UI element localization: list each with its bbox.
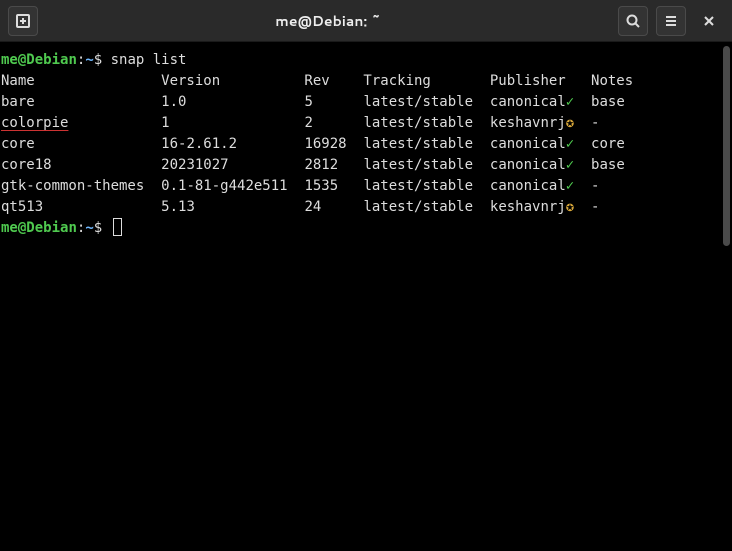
cell-name: bare [1, 94, 161, 110]
prompt-user: me [1, 52, 18, 68]
cell-publisher: canonical [490, 178, 566, 194]
prompt-dollar: $ [94, 52, 111, 68]
cell-publisher: keshavnrj [490, 199, 566, 215]
titlebar: me@Debian: ~ [0, 0, 732, 42]
prompt-path: ~ [85, 52, 93, 68]
prompt-line-2: me@Debian:~$ [1, 218, 731, 239]
star-icon: ✪ [566, 115, 574, 131]
search-button[interactable] [618, 6, 648, 36]
window-title: me@Debian: ~ [40, 11, 616, 31]
plus-box-icon [15, 13, 31, 29]
cell-name: core [1, 136, 161, 152]
table-row: colorpie 1 2 latest/stable keshavnrj✪ - [1, 113, 731, 134]
verified-icon: ✓ [566, 178, 574, 194]
table-row: gtk-common-themes 0.1-81-g442e511 1535 l… [1, 176, 731, 197]
cell-publisher: canonical [490, 157, 566, 173]
table-row: core18 20231027 2812 latest/stable canon… [1, 155, 731, 176]
menu-button[interactable] [656, 6, 686, 36]
table-row: qt513 5.13 24 latest/stable keshavnrj✪ - [1, 197, 731, 218]
verified-icon: ✓ [566, 94, 574, 110]
cell-publisher: canonical [490, 136, 566, 152]
scrollbar-thumb[interactable] [723, 46, 730, 246]
close-icon [701, 13, 717, 29]
verified-icon: ✓ [566, 157, 574, 173]
cell-publisher: canonical [490, 94, 566, 110]
prompt-line-1: me@Debian:~$ snap list [1, 50, 731, 71]
prompt-host: Debian [26, 52, 77, 68]
table-row: bare 1.0 5 latest/stable canonical✓ base [1, 92, 731, 113]
table-header-row: Name Version Rev Tracking Publisher Note… [1, 71, 731, 92]
cell-name: core18 [1, 157, 161, 173]
close-button[interactable] [694, 6, 724, 36]
command-text: snap list [111, 52, 187, 68]
cell-name: qt513 [1, 199, 161, 215]
table-row: core 16-2.61.2 16928 latest/stable canon… [1, 134, 731, 155]
terminal-area[interactable]: me@Debian:~$ snap list Name Version Rev … [0, 42, 732, 551]
hamburger-icon [663, 13, 679, 29]
cell-name: colorpie [1, 115, 161, 131]
search-icon [625, 13, 641, 29]
terminal-content: me@Debian:~$ snap list Name Version Rev … [0, 50, 732, 239]
verified-icon: ✓ [566, 136, 574, 152]
cell-publisher: keshavnrj [490, 115, 566, 131]
table-body: bare 1.0 5 latest/stable canonical✓ base… [1, 92, 731, 218]
text-cursor [113, 218, 122, 236]
new-tab-button[interactable] [8, 6, 38, 36]
star-icon: ✪ [566, 199, 574, 215]
cell-name: gtk-common-themes [1, 178, 161, 194]
